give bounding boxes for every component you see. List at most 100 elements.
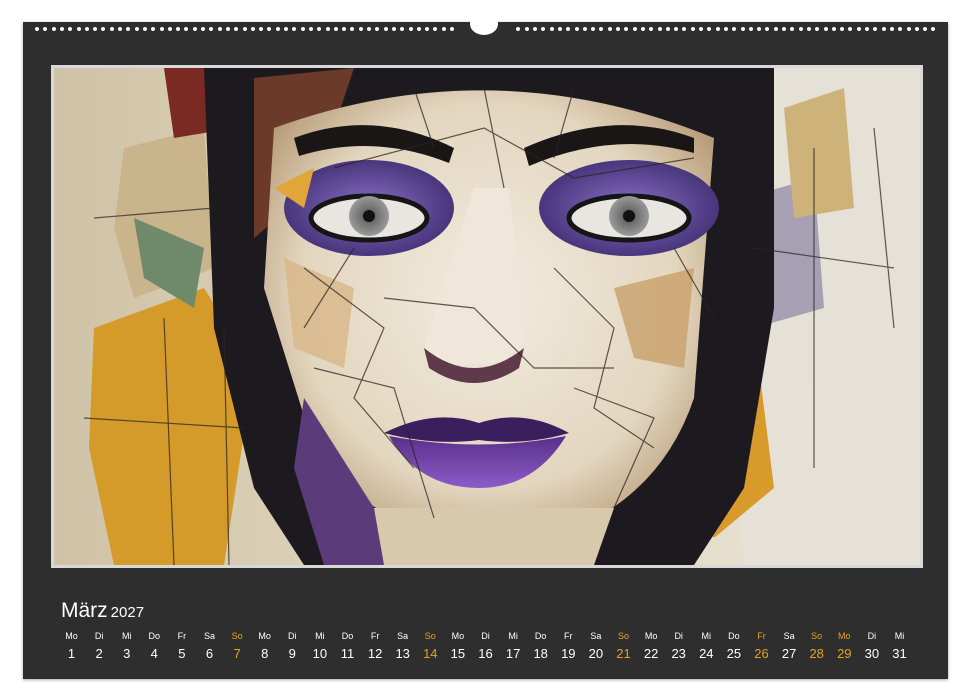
binding-hole [234,27,239,31]
weekday-row: Mo Di Mi Do Fr Sa So Mo Di Mi Do Fr Sa So Mo Di Mi Do Fr Sa… [23,631,948,645]
day-number: 8 [261,646,269,661]
weekday-label: Sa [397,631,409,641]
binding-hole [151,27,156,31]
day-number: 2 [95,646,103,661]
binding-hole [765,27,770,31]
binding-hole [632,27,637,31]
day-number: 17 [505,646,521,661]
binding-hole [43,27,48,31]
binding-hole [823,27,828,31]
weekday-label: Mo [838,631,851,641]
binding-hole [176,27,181,31]
binding-hole [798,27,803,31]
day-number: 3 [123,646,131,661]
binding-hole [167,27,172,31]
binding-hole [782,27,786,31]
binding-hole [815,27,820,31]
day-number: 1 [67,646,76,661]
binding-hole [657,27,662,31]
binding-hole [93,27,98,31]
date-row: 1 2 3 4 5 6 7 8 9 10 11 12 13 14 15 16 17 18 19 20 21 22 23 24 2… [23,646,948,666]
calendar-page: März 2027 Mo Di Mi Do Fr Sa So Mo Di Mi Do Fr Sa So Mo D… [23,13,948,679]
binding-hole [342,27,347,31]
day-number: 14 [423,646,438,661]
binding-hole [715,27,720,31]
binding-hole [549,27,554,31]
binding-hole [574,27,579,31]
binding-hole [225,27,230,31]
binding-hole [242,27,247,31]
binding-hole [699,27,703,31]
binding-hole [516,27,521,31]
weekday-label: Mi [508,631,518,641]
year-label: 2027 [110,604,145,621]
binding-hole [84,27,89,31]
binding-hole [391,27,396,31]
binding-hole [375,27,380,31]
weekday-label: Mo [644,631,658,641]
weekday-label: So [811,631,823,641]
binding-hole [931,27,936,31]
binding-hole [325,27,330,31]
binding-hole [358,27,363,31]
binding-hole [898,27,903,31]
day-number: 31 [892,646,907,661]
weekday-label: Mo [258,631,271,641]
weekday-label: So [617,631,629,641]
weekday-label: So [424,631,436,641]
binding-hole [682,27,687,31]
binding-hole [831,27,836,31]
binding-hole [275,27,280,31]
binding-hole [51,27,56,31]
weekday-label: Do [534,631,547,641]
weekday-label: Fr [757,631,766,641]
binding-hole [607,27,612,31]
weekday-label: Sa [203,631,215,641]
binding-hole [416,27,421,31]
binding-hole [217,27,222,31]
day-number: 20 [588,646,604,661]
abstract-portrait-painting [54,68,920,565]
binding-hole [665,27,670,31]
weekday-label: So [231,631,243,641]
binding-hole [400,27,405,31]
binding-hole [624,27,629,31]
binding-hole [284,27,288,31]
binding-hole [806,27,811,31]
day-number: 9 [288,646,296,661]
day-number: 22 [643,646,659,661]
weekday-label: Mi [121,631,132,641]
binding-hole [317,27,322,31]
binding-hole [740,27,745,31]
day-number: 21 [616,646,631,661]
binding-hole [649,27,654,31]
binding-hole [582,27,587,31]
day-number: 24 [699,646,714,661]
month-name: März [61,599,108,622]
day-number: 13 [395,646,410,661]
binding-hole [599,27,604,31]
binding-hole [201,27,205,31]
binding-hole [350,27,355,31]
binding-hole [591,27,596,31]
binding-hole [923,27,928,31]
binding-hole [566,27,571,31]
binding-hole [441,27,446,31]
binding-hole [616,27,620,31]
day-number: 11 [340,646,355,661]
day-number: 30 [864,646,880,661]
binding-hole [118,27,122,31]
binding-hole [192,27,197,31]
weekday-label: Di [94,631,104,641]
weekday-label: Fr [564,631,573,641]
binding-hole [159,27,164,31]
weekday-label: Fr [370,631,380,641]
binding-hole [68,27,73,31]
binding-hole [425,27,430,31]
weekday-label: Fr [177,631,187,641]
binding-hole [250,27,255,31]
binding-hole [142,27,147,31]
day-number: 29 [837,646,852,661]
binding-hole [383,27,388,31]
day-number: 16 [478,646,493,661]
